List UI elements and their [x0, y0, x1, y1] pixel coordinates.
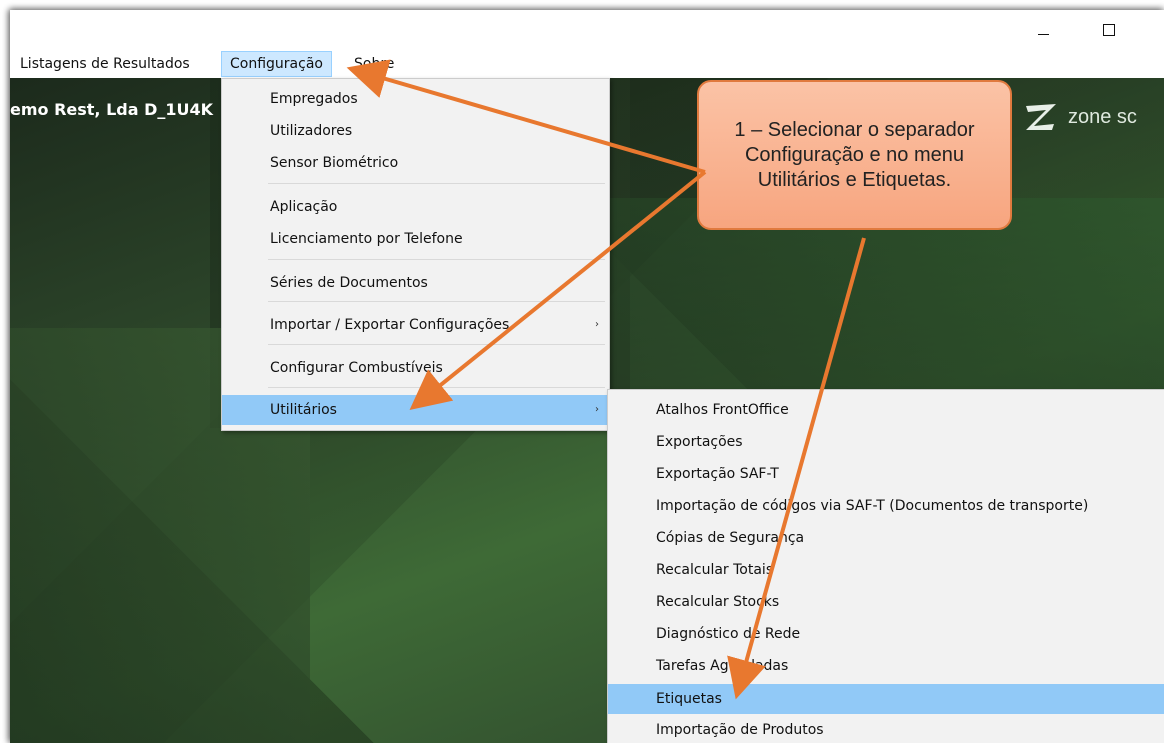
menu-configuracao[interactable]: Configuração — [221, 51, 332, 77]
instruction-callout: 1 – Selecionar o separador Configuração … — [697, 80, 1012, 230]
menu-item-atalhos-frontoffice[interactable]: Atalhos FrontOffice — [608, 396, 1164, 424]
chevron-right-icon: › — [595, 404, 599, 415]
maximize-button[interactable] — [1086, 16, 1132, 44]
chevron-right-icon: › — [595, 319, 599, 330]
company-name: emo Rest, Lda D_1U4K — [10, 100, 214, 119]
menu-item-utilitarios[interactable]: Utilitários › — [222, 395, 609, 425]
menu-item-copias-seguranca[interactable]: Cópias de Segurança — [608, 524, 1164, 552]
minimize-icon — [1037, 33, 1049, 35]
menu-item-sensor-biometrico[interactable]: Sensor Biométrico — [222, 149, 609, 177]
menu-item-aplicacao[interactable]: Aplicação — [222, 193, 609, 221]
menu-item-diagnostico-rede[interactable]: Diagnóstico de Rede — [608, 620, 1164, 648]
menu-item-configurar-combustiveis[interactable]: Configurar Combustíveis — [222, 354, 609, 382]
menu-separator — [268, 301, 605, 302]
menu-separator — [268, 259, 605, 260]
menu-item-importar-exportar[interactable]: Importar / Exportar Configurações › — [222, 311, 609, 339]
menu-item-importacao-codigos-saft[interactable]: Importação de códigos via SAF-T (Documen… — [608, 492, 1164, 520]
brand-logo: zone sc — [1024, 102, 1137, 132]
menu-bar: Listagens de Resultados Configuração Sob… — [10, 50, 1164, 78]
maximize-icon — [1103, 24, 1115, 36]
menu-separator — [268, 183, 605, 184]
brand-text: zone sc — [1068, 105, 1137, 128]
callout-text: 1 – Selecionar o separador Configuração … — [734, 118, 975, 191]
menu-item-label: Importar / Exportar Configurações — [270, 317, 510, 333]
menu-separator — [268, 344, 605, 345]
menu-item-recalcular-stocks[interactable]: Recalcular Stocks — [608, 588, 1164, 616]
menu-sobre[interactable]: Sobre — [346, 51, 402, 77]
menu-listagens-de-resultados[interactable]: Listagens de Resultados — [10, 51, 198, 77]
menu-item-empregados[interactable]: Empregados — [222, 85, 609, 113]
menu-item-series-documentos[interactable]: Séries de Documentos — [222, 269, 609, 297]
utilitarios-submenu: Atalhos FrontOffice Exportações Exportaç… — [607, 389, 1164, 743]
minimize-button[interactable] — [1020, 16, 1066, 44]
menu-item-importacao-produtos[interactable]: Importação de Produtos — [608, 716, 1164, 743]
menu-item-recalcular-totais[interactable]: Recalcular Totais — [608, 556, 1164, 584]
title-bar — [10, 10, 1164, 50]
menu-item-etiquetas[interactable]: Etiquetas — [608, 684, 1164, 714]
menu-separator — [268, 387, 605, 388]
menu-item-exportacao-saft[interactable]: Exportação SAF-T — [608, 460, 1164, 488]
menu-item-exportacoes[interactable]: Exportações — [608, 428, 1164, 456]
menu-item-label: Utilitários — [270, 402, 337, 418]
zone-logo-icon — [1026, 104, 1056, 130]
menu-item-utilizadores[interactable]: Utilizadores — [222, 117, 609, 145]
configuracao-dropdown: Empregados Utilizadores Sensor Biométric… — [221, 78, 610, 431]
menu-item-tarefas-agendadas[interactable]: Tarefas Agendadas — [608, 652, 1164, 680]
menu-item-licenciamento[interactable]: Licenciamento por Telefone — [222, 225, 609, 253]
